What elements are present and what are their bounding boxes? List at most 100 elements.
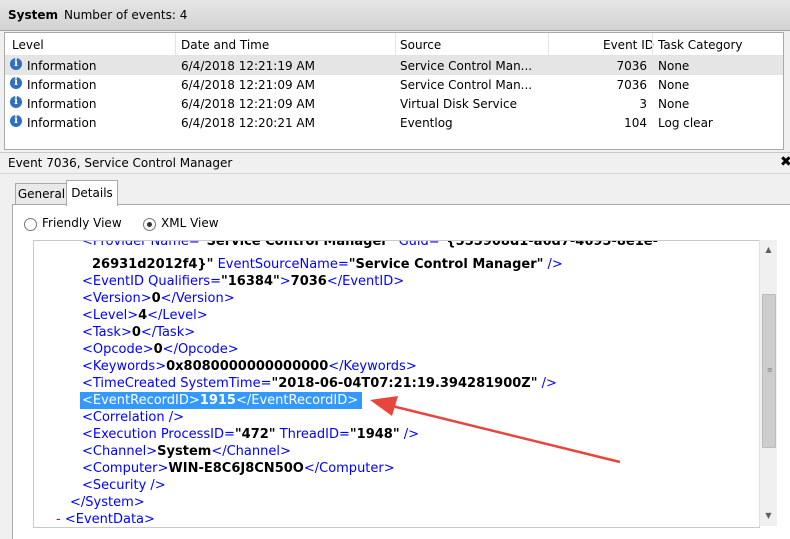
- close-icon[interactable]: ✖: [780, 154, 790, 170]
- event-row[interactable]: i Information 6/4/2018 12:21:09 AM Virtu…: [5, 94, 783, 113]
- xml-tag: <Provider Name=: [82, 240, 200, 249]
- xml-text: 0: [153, 342, 163, 357]
- column-divider[interactable]: [395, 33, 396, 55]
- xml-tag: >: [279, 274, 291, 289]
- xml-line: <Task>0</Task>: [82, 324, 195, 341]
- xml-attr: ThreadID=: [275, 427, 350, 442]
- event-list-header: Level Date and Time Source Event ID Task…: [5, 33, 783, 56]
- xml-line: <Keywords>0x8080000000000000</Keywords>: [82, 358, 417, 375]
- xml-attr-value: "{555908d1-a6d7-4695-8e1e-: [439, 240, 658, 249]
- event-record-id-value: 1915: [199, 393, 236, 408]
- xml-view-label[interactable]: XML View: [161, 216, 219, 230]
- xml-vertical-scrollbar[interactable]: ▲ ≡ ▼: [759, 240, 777, 526]
- xml-line: <Execution ProcessID="472" ThreadID="194…: [82, 426, 419, 443]
- datetime-cell: 6/4/2018 12:21:19 AM: [181, 59, 315, 73]
- scroll-down-icon[interactable]: ▼: [760, 508, 777, 524]
- event-id-cell: 104: [624, 116, 647, 130]
- xml-tag: />: [537, 376, 557, 391]
- xml-tag: </Keywords>: [328, 359, 417, 374]
- xml-tag: <Level>: [82, 308, 139, 323]
- xml-line: <Version>0</Version>: [82, 290, 235, 307]
- xml-text: 0x8080000000000000: [166, 359, 329, 374]
- level-cell: Information: [27, 116, 97, 130]
- task-category-cell: None: [658, 97, 690, 111]
- source-cell: Service Control Man...: [400, 78, 533, 92]
- tab-general[interactable]: General: [15, 183, 68, 205]
- task-category-cell: Log clear: [658, 116, 713, 130]
- friendly-view-label[interactable]: Friendly View: [42, 216, 122, 230]
- xml-attr: Guid=: [394, 240, 440, 249]
- column-header-event-id[interactable]: Event ID: [603, 38, 654, 52]
- xml-text: WIN-E8C6J8CN50O: [168, 461, 304, 476]
- xml-view-radio[interactable]: [143, 218, 156, 231]
- scroll-up-icon[interactable]: ▲: [760, 242, 777, 258]
- xml-tag: <Correlation />: [82, 410, 184, 425]
- xml-tag: <Opcode>: [82, 342, 154, 357]
- xml-tag: <EventData>: [64, 512, 155, 527]
- xml-tag: <EventRecordID>: [82, 393, 200, 408]
- column-header-source[interactable]: Source: [400, 38, 441, 52]
- column-header-datetime[interactable]: Date and Time: [181, 38, 269, 52]
- event-row[interactable]: i Information 6/4/2018 12:21:09 AM Servi…: [5, 75, 783, 94]
- log-header: System Number of events: 4: [0, 0, 790, 31]
- source-cell: Virtual Disk Service: [400, 97, 517, 111]
- event-id-cell: 7036: [616, 78, 647, 92]
- xml-line: <Provider Name="Service Control Manager"…: [82, 240, 658, 250]
- xml-tag: </Channel>: [211, 444, 291, 459]
- column-divider[interactable]: [652, 33, 653, 55]
- xml-line: <Opcode>0</Opcode>: [82, 341, 239, 358]
- xml-tag: </Opcode>: [162, 342, 239, 357]
- scrollbar-thumb[interactable]: ≡: [762, 294, 776, 448]
- xml-tag: </Level>: [147, 308, 208, 323]
- xml-line: <Level>4</Level>: [82, 307, 208, 324]
- xml-attr-value: "472": [234, 427, 276, 442]
- column-header-level[interactable]: Level: [12, 38, 44, 52]
- event-details-header: Event 7036, Service Control Manager ✖: [0, 152, 790, 174]
- column-divider[interactable]: [175, 33, 176, 55]
- source-cell: Eventlog: [400, 116, 453, 130]
- tab-details[interactable]: Details: [66, 180, 118, 206]
- xml-line: - <EventData>: [56, 511, 155, 527]
- column-divider[interactable]: [548, 33, 549, 55]
- event-row[interactable]: i Information 6/4/2018 12:21:19 AM Servi…: [5, 56, 783, 75]
- event-list[interactable]: Level Date and Time Source Event ID Task…: [4, 32, 784, 150]
- information-icon: i: [10, 77, 22, 89]
- xml-tag: </System>: [70, 495, 145, 510]
- event-row[interactable]: i Information 6/4/2018 12:20:21 AM Event…: [5, 113, 783, 132]
- level-cell: Information: [27, 59, 97, 73]
- xml-attr-value: "1948": [349, 427, 400, 442]
- xml-tag: </EventID>: [326, 274, 405, 289]
- information-icon: i: [10, 115, 22, 127]
- xml-tag: <Execution ProcessID=: [82, 427, 235, 442]
- highlighted-xml-line[interactable]: <EventRecordID>1915</EventRecordID>: [80, 392, 363, 409]
- level-cell: Information: [27, 78, 97, 92]
- xml-attr: EventSourceName=: [213, 257, 349, 272]
- xml-tag: <Task>: [82, 325, 132, 340]
- task-category-cell: None: [658, 59, 690, 73]
- xml-tag: </Computer>: [303, 461, 395, 476]
- xml-line: 26931d2012f4}" EventSourceName="Service …: [92, 256, 563, 273]
- event-id-cell: 7036: [616, 59, 647, 73]
- xml-tag: <Computer>: [82, 461, 169, 476]
- datetime-cell: 6/4/2018 12:20:21 AM: [181, 116, 315, 130]
- collapse-toggle[interactable]: -: [56, 512, 61, 527]
- xml-line: <Security />: [82, 477, 166, 494]
- column-header-task-category[interactable]: Task Category: [658, 38, 743, 52]
- xml-attr-value: 26931d2012f4}": [92, 257, 214, 272]
- xml-tag: </Version>: [160, 291, 235, 306]
- xml-attr-value: "2018-06-04T07:21:19.394281900Z": [271, 376, 538, 391]
- xml-attr-value: "Service Control Manager": [348, 257, 544, 272]
- datetime-cell: 6/4/2018 12:21:09 AM: [181, 78, 315, 92]
- xml-tag: <Security />: [82, 478, 166, 493]
- friendly-view-radio[interactable]: [24, 218, 37, 231]
- xml-line: <Channel>System</Channel>: [82, 443, 291, 460]
- xml-text: 0: [131, 325, 141, 340]
- xml-tag: <Version>: [82, 291, 152, 306]
- xml-tag: </EventRecordID>: [235, 393, 359, 408]
- xml-line: <EventID Qualifiers="16384">7036</EventI…: [82, 273, 404, 290]
- xml-tag: <Keywords>: [82, 359, 167, 374]
- xml-attr-value: "Service Control Manager": [199, 240, 395, 249]
- xml-tag: />: [399, 427, 420, 442]
- xml-view-pane[interactable]: <Provider Name="Service Control Manager"…: [33, 240, 760, 528]
- xml-line: <Correlation />: [82, 409, 184, 426]
